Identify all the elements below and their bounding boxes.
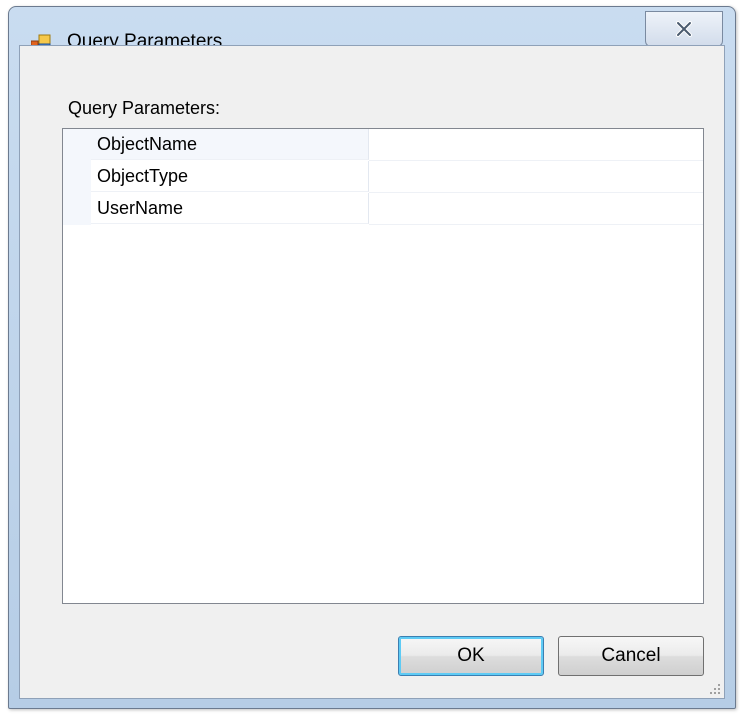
parameters-grid[interactable]: ObjectName ObjectType UserName — [62, 128, 704, 604]
close-icon — [676, 21, 692, 37]
dialog-window: Query Parameters Query Parameters: Objec… — [8, 6, 736, 709]
row-name[interactable]: UserName — [91, 193, 369, 224]
grid-row-username[interactable]: UserName — [63, 193, 703, 225]
row-gutter — [63, 193, 91, 225]
size-grip-icon[interactable] — [708, 682, 722, 696]
row-value-field[interactable] — [369, 193, 703, 225]
row-value-field[interactable] — [369, 161, 703, 193]
ok-button[interactable]: OK — [398, 636, 544, 676]
cancel-button[interactable]: Cancel — [558, 636, 704, 676]
grid-row-objectname[interactable]: ObjectName — [63, 129, 703, 161]
row-value-field[interactable] — [369, 129, 703, 161]
grid-row-objecttype[interactable]: ObjectType — [63, 161, 703, 193]
row-name[interactable]: ObjectName — [91, 129, 369, 160]
dialog-client-area: Query Parameters: ObjectName ObjectType … — [19, 45, 725, 699]
row-name[interactable]: ObjectType — [91, 161, 369, 192]
row-gutter — [63, 161, 91, 193]
close-button[interactable] — [645, 11, 723, 47]
query-parameters-label: Query Parameters: — [68, 98, 221, 118]
row-gutter — [63, 129, 91, 161]
